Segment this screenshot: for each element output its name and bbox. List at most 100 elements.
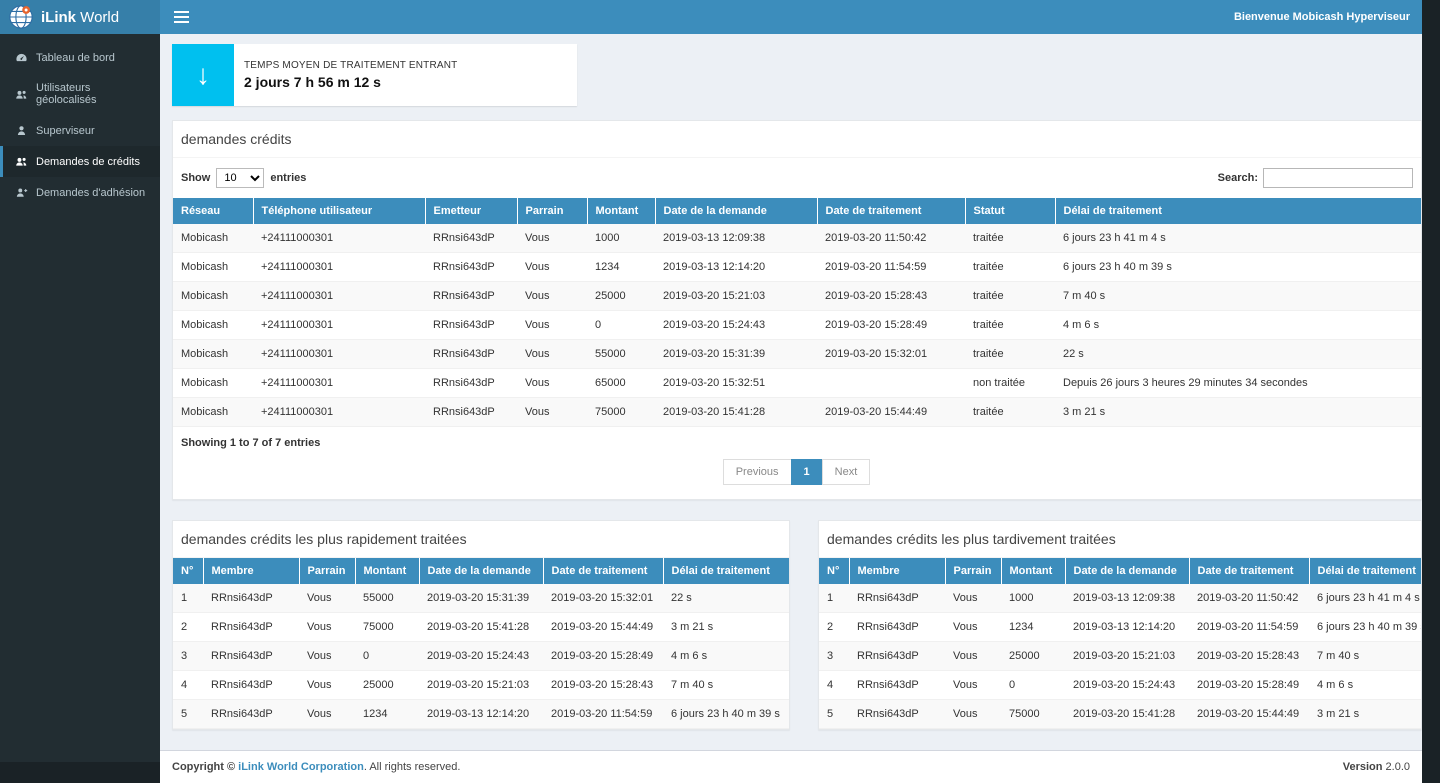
- welcome-user-menu[interactable]: Bienvenue Mobicash Hyperviseur: [1234, 11, 1410, 23]
- brand-bold: iLink: [41, 9, 76, 26]
- column-header[interactable]: Date de la demande: [655, 198, 817, 224]
- next-page-button[interactable]: Next: [822, 459, 871, 485]
- table-cell: 2019-03-20 15:21:03: [419, 671, 543, 700]
- table-cell: 75000: [587, 398, 655, 427]
- table-cell: 7 m 40 s: [1055, 282, 1421, 311]
- table-cell: RRnsi643dP: [203, 671, 299, 700]
- table-row: 3RRnsi643dPVous250002019-03-20 15:21:032…: [819, 642, 1421, 671]
- table-cell: 2019-03-20 15:32:01: [817, 340, 965, 369]
- table-cell: Vous: [299, 671, 355, 700]
- table-cell: Mobicash: [173, 224, 253, 253]
- version-text: Version 2.0.0: [1343, 761, 1410, 773]
- table-cell: 2019-03-13 12:14:20: [1065, 613, 1189, 642]
- column-header[interactable]: Date de traitement: [543, 558, 663, 584]
- page-size-select[interactable]: 10: [216, 168, 264, 188]
- sidebar-item-tableau-de-bord[interactable]: Tableau de bord: [0, 42, 160, 73]
- column-header[interactable]: Statut: [965, 198, 1055, 224]
- sidebar-item-demandes-adhesion[interactable]: Demandes d'adhésion: [0, 177, 160, 208]
- table-cell: +24111000301: [253, 224, 425, 253]
- column-header[interactable]: Parrain: [517, 198, 587, 224]
- column-header[interactable]: Montant: [1001, 558, 1065, 584]
- top-navbar: iLink World Bienvenue Mobicash Hypervise…: [0, 0, 1422, 34]
- column-header[interactable]: N°: [819, 558, 849, 584]
- column-header[interactable]: Montant: [587, 198, 655, 224]
- sidebar-item-utilisateurs-geolocalises[interactable]: Utilisateurs géolocalisés: [0, 73, 160, 115]
- company-link[interactable]: iLink World Corporation: [238, 761, 364, 773]
- table-cell: 2019-03-20 15:31:39: [419, 584, 543, 613]
- column-header[interactable]: Emetteur: [425, 198, 517, 224]
- column-header[interactable]: Membre: [203, 558, 299, 584]
- column-header[interactable]: Réseau: [173, 198, 253, 224]
- table-cell: [817, 369, 965, 398]
- column-header[interactable]: Membre: [849, 558, 945, 584]
- slowest-processed-table: N°MembreParrainMontantDate de la demande…: [819, 558, 1421, 729]
- table-row: Mobicash+24111000301RRnsi643dPVous650002…: [173, 369, 1421, 398]
- sidebar-item-label: Tableau de bord: [36, 52, 115, 64]
- down-arrow-icon: ↓: [172, 44, 234, 106]
- column-header[interactable]: Téléphone utilisateur: [253, 198, 425, 224]
- table-cell: 2019-03-20 15:24:43: [419, 642, 543, 671]
- table-cell: Vous: [945, 700, 1001, 729]
- table-cell: RRnsi643dP: [849, 642, 945, 671]
- table-row: Mobicash+24111000301RRnsi643dPVous550002…: [173, 340, 1421, 369]
- table-row: Mobicash+24111000301RRnsi643dPVous123420…: [173, 253, 1421, 282]
- column-header[interactable]: Date de la demande: [419, 558, 543, 584]
- table-cell: Vous: [945, 613, 1001, 642]
- table-cell: Mobicash: [173, 311, 253, 340]
- table-row: 4RRnsi643dPVous02019-03-20 15:24:432019-…: [819, 671, 1421, 700]
- column-header[interactable]: Date de traitement: [1189, 558, 1309, 584]
- table-cell: 2019-03-13 12:14:20: [419, 700, 543, 729]
- column-header[interactable]: Délai de traitement: [1309, 558, 1421, 584]
- column-header[interactable]: Délai de traitement: [663, 558, 789, 584]
- entries-label: entries: [270, 172, 306, 184]
- table-cell: 2019-03-13 12:09:38: [1065, 584, 1189, 613]
- table-cell: 2019-03-20 15:31:39: [655, 340, 817, 369]
- table-row: 1RRnsi643dPVous10002019-03-13 12:09:3820…: [819, 584, 1421, 613]
- credits-requests-panel: demandes crédits Show 10 entries Search:: [172, 120, 1422, 500]
- table-cell: +24111000301: [253, 282, 425, 311]
- table-cell: 75000: [355, 613, 419, 642]
- table-cell: 6 jours 23 h 40 m 39 s: [1309, 613, 1421, 642]
- copyright-suffix: . All rights reserved.: [364, 761, 461, 773]
- column-header[interactable]: N°: [173, 558, 203, 584]
- table-cell: 2019-03-20 11:50:42: [1189, 584, 1309, 613]
- table-cell: 1: [173, 584, 203, 613]
- table-cell: Vous: [945, 642, 1001, 671]
- globe-logo-icon: [8, 4, 34, 30]
- users-icon: [15, 155, 28, 168]
- table-cell: Vous: [517, 369, 587, 398]
- table-row: Mobicash+24111000301RRnsi643dPVous100020…: [173, 224, 1421, 253]
- sidebar-item-label: Utilisateurs géolocalisés: [36, 82, 148, 106]
- page-1-button[interactable]: 1: [791, 459, 823, 485]
- column-header[interactable]: Parrain: [299, 558, 355, 584]
- column-header[interactable]: Parrain: [945, 558, 1001, 584]
- column-header[interactable]: Montant: [355, 558, 419, 584]
- table-cell: 2019-03-20 15:28:49: [817, 311, 965, 340]
- navbar: Bienvenue Mobicash Hyperviseur: [160, 0, 1422, 34]
- previous-page-button[interactable]: Previous: [723, 459, 792, 485]
- table-cell: Vous: [517, 224, 587, 253]
- sidebar-item-demandes-de-credits[interactable]: Demandes de crédits: [0, 146, 160, 177]
- app-logo[interactable]: iLink World: [0, 0, 160, 34]
- table-header-row: RéseauTéléphone utilisateurEmetteurParra…: [173, 198, 1421, 224]
- search-input[interactable]: [1263, 168, 1413, 188]
- table-cell: RRnsi643dP: [203, 613, 299, 642]
- show-label: Show: [181, 172, 210, 184]
- table-cell: +24111000301: [253, 340, 425, 369]
- table-cell: 3: [173, 642, 203, 671]
- table-cell: 3 m 21 s: [663, 613, 789, 642]
- column-header[interactable]: Date de la demande: [1065, 558, 1189, 584]
- table-cell: 3: [819, 642, 849, 671]
- table-cell: 5: [819, 700, 849, 729]
- user-plus-icon: [15, 186, 28, 199]
- sidebar-toggle-button[interactable]: [172, 7, 191, 27]
- column-header[interactable]: Date de traitement: [817, 198, 965, 224]
- table-row: Mobicash+24111000301RRnsi643dPVous250002…: [173, 282, 1421, 311]
- table-cell: 4 m 6 s: [1309, 671, 1421, 700]
- table-header-row: N°MembreParrainMontantDate de la demande…: [819, 558, 1421, 584]
- table-cell: 2019-03-20 11:50:42: [817, 224, 965, 253]
- infobox-value: 2 jours 7 h 56 m 12 s: [244, 74, 457, 90]
- sidebar-item-superviseur[interactable]: Superviseur: [0, 115, 160, 146]
- table-cell: 55000: [587, 340, 655, 369]
- column-header[interactable]: Délai de traitement: [1055, 198, 1421, 224]
